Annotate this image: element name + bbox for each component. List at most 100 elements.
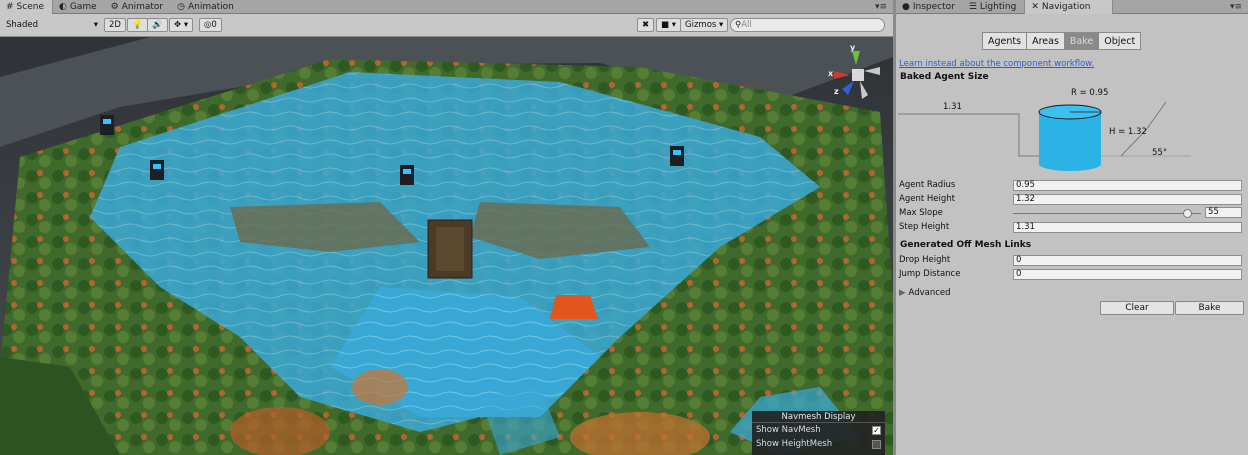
max-slope-slider[interactable] <box>1013 208 1201 219</box>
game-icon: ◐ <box>59 1 67 12</box>
navmesh-display-title: Navmesh Display <box>752 411 885 423</box>
scene-effects-dropdown[interactable]: ✥ ▾ <box>169 18 194 32</box>
animation-clock-icon: ◷ <box>177 1 185 12</box>
scene-audio-toggle[interactable]: 🔊 <box>147 18 168 32</box>
toggle-2d-label: 2D <box>109 20 121 30</box>
speaker-icon: 🔊 <box>152 20 163 30</box>
agent-radius-field[interactable]: 0.95 <box>1013 180 1242 191</box>
gizmo-x-label: x <box>828 69 834 78</box>
baked-agent-size-title: Baked Agent Size <box>900 72 989 82</box>
height-label: H = 1.32 <box>1109 127 1147 137</box>
show-heightmesh-checkbox[interactable] <box>872 439 881 449</box>
scene-tab-bar: # Scene ◐ Game ⚙ Animator ◷ Animation ▾≡ <box>0 0 893 14</box>
tab-inspector-label: Inspector <box>912 1 955 12</box>
scene-search-input[interactable]: ⚲ All <box>730 18 885 32</box>
unity-editor: # Scene ◐ Game ⚙ Animator ◷ Animation ▾≡… <box>0 0 1248 455</box>
navmesh-display-overlay: Navmesh Display Show NavMesh ✓ Show Heig… <box>752 411 885 455</box>
tab-animator[interactable]: ⚙ Animator <box>105 0 171 14</box>
gizmo-y-label: y <box>850 43 856 52</box>
scene-pane-menu-icon[interactable]: ▾≡ <box>875 2 893 12</box>
scene-lighting-toggle[interactable]: 💡 <box>127 18 148 32</box>
tab-lighting[interactable]: ☰ Lighting <box>963 0 1024 14</box>
scene-icon: # <box>6 1 14 12</box>
show-navmesh-row[interactable]: Show NavMesh ✓ <box>752 423 885 437</box>
tab-inspector[interactable]: ● Inspector <box>896 0 963 14</box>
subtab-bake[interactable]: Bake <box>1063 32 1100 50</box>
tab-navigation[interactable]: ✕ Navigation <box>1024 0 1114 14</box>
step-height-label: 1.31 <box>943 102 962 112</box>
subtab-agents[interactable]: Agents <box>982 32 1028 50</box>
shading-mode-value: Shaded <box>6 20 39 30</box>
hidden-objects-toggle[interactable]: ◎ 0 <box>199 18 222 32</box>
shading-mode-dropdown[interactable]: Shaded ▾ <box>2 18 102 32</box>
tab-navigation-label: Navigation <box>1041 1 1091 12</box>
step-height-label-field: Step Height <box>899 222 950 232</box>
agent-height-field[interactable]: 1.32 <box>1013 194 1242 205</box>
bake-button[interactable]: Bake <box>1175 301 1244 315</box>
lightbulb-icon: 💡 <box>132 20 143 30</box>
scene-viewport[interactable]: y x z <box>0 37 893 455</box>
subtab-object[interactable]: Object <box>1098 32 1142 50</box>
agent-cylinder-body <box>1039 112 1101 164</box>
component-workflow-link[interactable]: Learn instead about the component workfl… <box>899 59 1094 69</box>
clear-button[interactable]: Clear <box>1100 301 1174 315</box>
slider-track <box>1013 213 1201 214</box>
search-placeholder: All <box>741 20 752 30</box>
gizmo-z-label: z <box>834 87 839 96</box>
chevron-down-icon: ▾ <box>719 20 724 30</box>
subtab-areas[interactable]: Areas <box>1026 32 1065 50</box>
agent-size-diagram: R = 0.95 1.31 H = 1.32 55° <box>896 82 1248 172</box>
tab-game-label: Game <box>69 1 97 12</box>
max-slope-label: Max Slope <box>899 208 943 218</box>
tab-game[interactable]: ◐ Game <box>53 0 105 14</box>
drop-height-field[interactable]: 0 <box>1013 255 1242 266</box>
tab-animation[interactable]: ◷ Animation <box>171 0 242 14</box>
tab-animation-label: Animation <box>187 1 234 12</box>
tools-icon: ✖ <box>642 20 650 30</box>
agent-radius-label: Agent Radius <box>899 180 956 190</box>
inspector-tab-bar: ● Inspector ☰ Lighting ✕ Navigation ▾≡ <box>896 0 1248 14</box>
animator-icon: ⚙ <box>110 1 119 12</box>
tab-animator-label: Animator <box>121 1 164 12</box>
radius-label: R = 0.95 <box>1071 88 1109 98</box>
tools-button[interactable]: ✖ <box>637 18 655 32</box>
agent-height-label: Agent Height <box>899 194 955 204</box>
show-heightmesh-label: Show HeightMesh <box>756 439 833 449</box>
advanced-foldout[interactable]: ▶ Advanced <box>899 288 951 298</box>
scene-toolbar: Shaded ▾ 2D 💡 🔊 ✥ ▾ ◎ 0 ✖ ■ ▾ Gizmos ▾ ⚲… <box>0 14 893 37</box>
triangle-right-icon: ▶ <box>899 288 906 298</box>
drop-height-label: Drop Height <box>899 255 951 265</box>
eye-slash-icon: ◎ <box>204 20 212 30</box>
inspector-pane-menu-icon[interactable]: ▾≡ <box>1230 2 1248 12</box>
advanced-label: Advanced <box>908 288 951 298</box>
off-mesh-links-title: Generated Off Mesh Links <box>900 240 1032 250</box>
max-slope-field[interactable]: 55 <box>1205 207 1242 218</box>
scene-pane: # Scene ◐ Game ⚙ Animator ◷ Animation ▾≡… <box>0 0 893 455</box>
effects-icon: ✥ ▾ <box>174 20 189 30</box>
gizmos-label: Gizmos <box>685 20 717 30</box>
show-navmesh-label: Show NavMesh <box>756 425 821 435</box>
jump-distance-field[interactable]: 0 <box>1013 269 1242 280</box>
lighting-icon: ☰ <box>968 1 977 12</box>
tab-scene-label: Scene <box>16 1 44 12</box>
navigation-icon: ✕ <box>1031 1 1039 12</box>
step-height-field[interactable]: 1.31 <box>1013 222 1242 233</box>
navmesh-scene-illustration <box>0 37 893 455</box>
toggle-2d-button[interactable]: 2D <box>104 18 126 32</box>
jump-distance-label: Jump Distance <box>899 269 961 279</box>
navigation-pane: ● Inspector ☰ Lighting ✕ Navigation ▾≡ A… <box>896 0 1248 455</box>
hidden-objects-count: 0 <box>211 20 217 30</box>
show-navmesh-checkbox[interactable]: ✓ <box>872 425 881 435</box>
slope-label: 55° <box>1152 148 1168 158</box>
gizmos-dropdown[interactable]: Gizmos ▾ <box>680 18 729 32</box>
tab-lighting-label: Lighting <box>979 1 1017 12</box>
chevron-down-icon: ▾ <box>93 20 98 30</box>
camera-dropdown[interactable]: ■ ▾ <box>656 18 681 32</box>
camera-icon: ■ ▾ <box>661 20 676 30</box>
tab-scene[interactable]: # Scene <box>0 0 53 14</box>
info-icon: ● <box>902 1 910 12</box>
show-heightmesh-row[interactable]: Show HeightMesh <box>752 437 885 451</box>
orientation-gizmo[interactable]: y x z <box>828 43 886 103</box>
navigation-subtabs: Agents Areas Bake Object <box>982 32 1142 50</box>
slider-thumb[interactable] <box>1183 209 1192 218</box>
